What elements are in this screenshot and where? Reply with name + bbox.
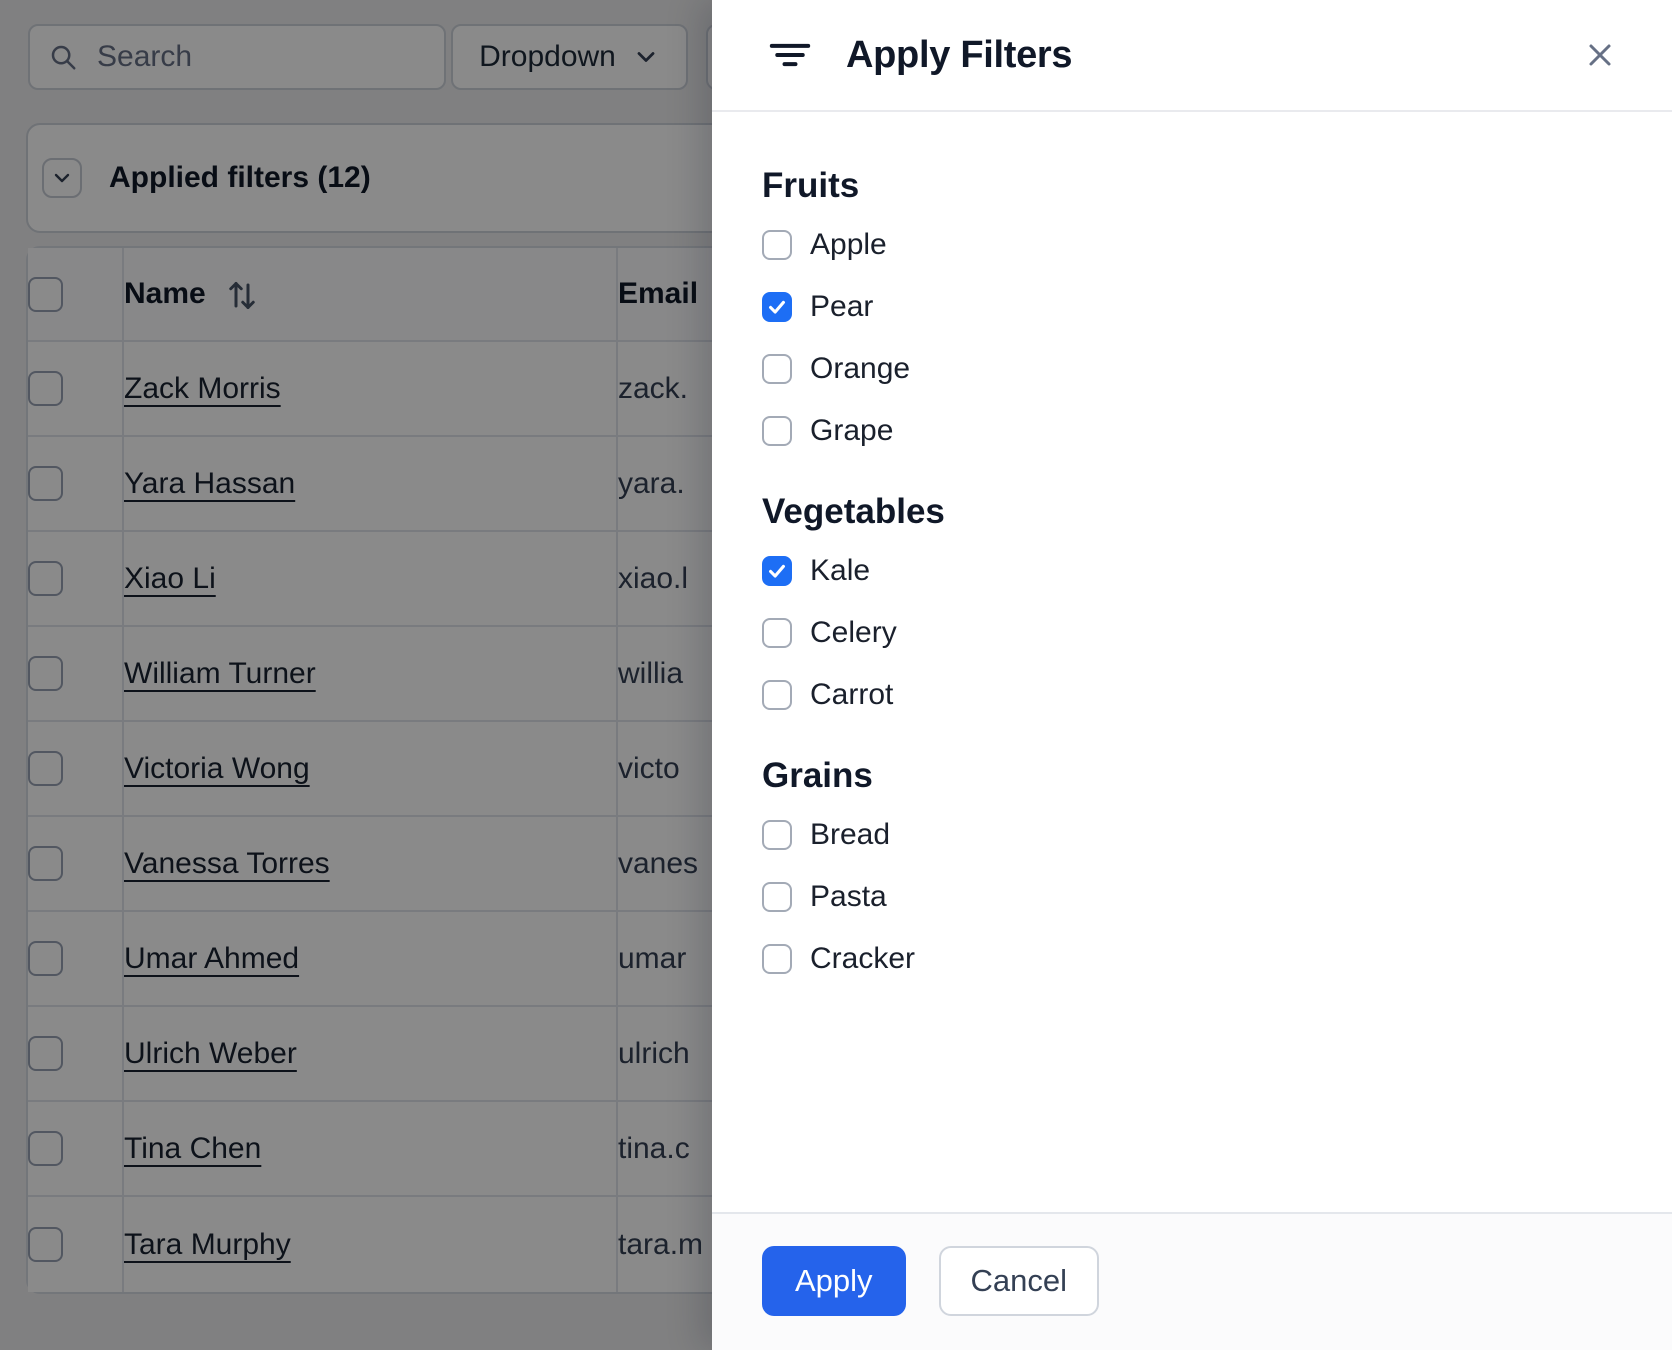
filter-option-pear[interactable]: Pear [762,276,1622,338]
filter-option-cracker[interactable]: Cracker [762,928,1622,990]
checkbox-celery[interactable] [762,618,792,648]
checkbox-carrot[interactable] [762,680,792,710]
close-button[interactable] [1580,35,1620,75]
filter-option-bread[interactable]: Bread [762,804,1622,866]
section-heading: Grains [762,756,873,795]
filter-section-vegetables: Vegetables Kale Celery Carrot [762,490,1622,726]
option-label: Cracker [810,942,916,975]
option-label: Apple [810,228,887,261]
section-heading: Fruits [762,166,860,205]
drawer-header: Apply Filters [712,0,1672,112]
filter-lines-icon [769,43,811,67]
filter-section-grains: Grains Bread Pasta Cracker [762,754,1622,990]
option-label: Pear [810,290,874,323]
checkbox-bread[interactable] [762,820,792,850]
checkbox-pear[interactable] [762,292,792,322]
option-label: Bread [810,818,891,851]
option-label: Celery [810,616,897,649]
drawer-title: Apply Filters [846,33,1073,76]
filter-option-grape[interactable]: Grape [762,400,1622,462]
checkbox-grape[interactable] [762,416,792,446]
check-icon [769,564,785,578]
filter-option-orange[interactable]: Orange [762,338,1622,400]
drawer-content: Fruits Apple Pear Orange Grape Vegetable… [712,112,1672,1212]
close-icon [1589,44,1611,66]
filter-option-pasta[interactable]: Pasta [762,866,1622,928]
filter-option-celery[interactable]: Celery [762,602,1622,664]
filter-drawer: Apply Filters Fruits Apple Pear Orange G… [712,0,1672,1350]
filter-option-kale[interactable]: Kale [762,540,1622,602]
checkbox-cracker[interactable] [762,944,792,974]
check-icon [769,300,785,314]
filter-section-fruits: Fruits Apple Pear Orange Grape [762,164,1622,462]
option-label: Orange [810,352,911,385]
checkbox-kale[interactable] [762,556,792,586]
section-heading: Vegetables [762,492,945,531]
option-label: Kale [810,554,871,587]
apply-button[interactable]: Apply [762,1246,906,1316]
checkbox-pasta[interactable] [762,882,792,912]
cancel-button[interactable]: Cancel [938,1246,1100,1316]
checkbox-orange[interactable] [762,354,792,384]
option-label: Grape [810,414,894,447]
filter-option-carrot[interactable]: Carrot [762,664,1622,726]
option-label: Pasta [810,880,887,913]
drawer-footer: Apply Cancel [712,1212,1672,1350]
option-label: Carrot [810,678,894,711]
filter-option-apple[interactable]: Apple [762,214,1622,276]
checkbox-apple[interactable] [762,230,792,260]
